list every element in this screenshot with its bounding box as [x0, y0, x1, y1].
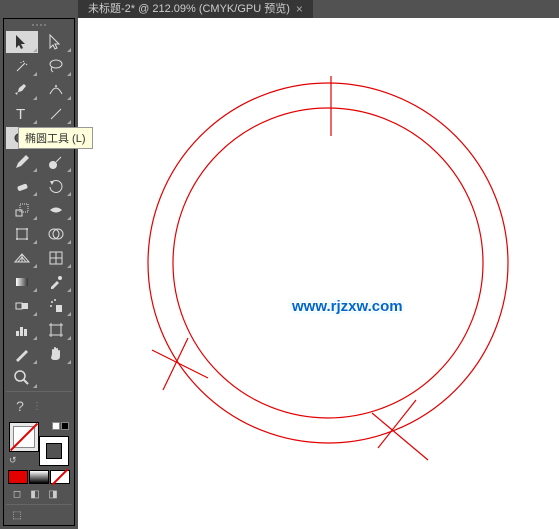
draw-inside-icon[interactable]: ◨ [46, 488, 60, 500]
svg-text:T: T [16, 106, 25, 123]
collapse-handle[interactable]: ⋮ [32, 401, 42, 412]
color-red[interactable] [8, 470, 28, 484]
magic-wand-tool[interactable] [6, 55, 38, 77]
blend-tool[interactable] [6, 295, 38, 317]
blob-brush-tool[interactable] [40, 151, 72, 173]
fill-swatch[interactable] [9, 422, 39, 452]
draw-mode-row: ◻ ◧ ◨ [6, 486, 72, 502]
tools-panel: T ? [3, 18, 75, 526]
close-icon[interactable]: × [296, 2, 303, 16]
rotate-tool[interactable] [40, 175, 72, 197]
eyedropper-tool[interactable] [40, 271, 72, 293]
direct-selection-tool[interactable] [40, 31, 72, 53]
artboard-tool[interactable] [40, 319, 72, 341]
slice-tool[interactable] [6, 343, 38, 365]
panel-grip[interactable] [6, 21, 72, 29]
hand-tool[interactable] [40, 343, 72, 365]
perspective-grid-tool[interactable] [6, 247, 38, 269]
column-graph-tool[interactable] [6, 319, 38, 341]
pencil-tool[interactable] [6, 151, 38, 173]
symbol-sprayer-tool[interactable] [40, 295, 72, 317]
document-tab[interactable]: 未标题-2* @ 212.09% (CMYK/GPU 预览) × [78, 0, 313, 18]
color-none[interactable] [50, 470, 70, 484]
free-transform-tool[interactable] [6, 223, 38, 245]
mesh-tool[interactable] [40, 247, 72, 269]
artwork [78, 18, 559, 529]
gradient-tool[interactable] [6, 271, 38, 293]
width-tool[interactable] [40, 199, 72, 221]
watermark: www.rjzxw.com [292, 298, 403, 315]
pen-tool[interactable] [6, 79, 38, 101]
draw-behind-icon[interactable]: ◧ [28, 488, 42, 500]
color-mode-row [6, 470, 72, 484]
help-button[interactable]: ? [8, 396, 32, 416]
eraser-tool[interactable] [6, 175, 38, 197]
canvas-area[interactable]: www.rjzxw.com [78, 18, 559, 529]
lasso-tool[interactable] [40, 55, 72, 77]
line-segment-tool[interactable] [40, 103, 72, 125]
zoom-tool[interactable] [6, 367, 38, 389]
color-gradient[interactable] [29, 470, 49, 484]
tool-tooltip: 椭圆工具 (L) [18, 127, 93, 149]
stroke-swatch[interactable] [39, 436, 69, 466]
type-tool[interactable]: T [6, 103, 38, 125]
fill-stroke-swatch[interactable]: ↺ [9, 422, 69, 466]
shape-builder-tool[interactable] [40, 223, 72, 245]
swap-fill-stroke-icon[interactable] [52, 422, 69, 430]
document-tab-bar: 未标题-2* @ 212.09% (CMYK/GPU 预览) × [78, 0, 313, 18]
curvature-pen-tool[interactable] [40, 79, 72, 101]
screen-mode-row: ⬚ [6, 507, 72, 523]
tab-title: 未标题-2* @ 212.09% (CMYK/GPU 预览) [88, 2, 290, 16]
selection-tool[interactable] [6, 31, 38, 53]
scale-tool[interactable] [6, 199, 38, 221]
screen-mode-icon[interactable]: ⬚ [10, 509, 24, 521]
default-fill-stroke-icon[interactable]: ↺ [9, 455, 17, 466]
draw-normal-icon[interactable]: ◻ [10, 488, 24, 500]
